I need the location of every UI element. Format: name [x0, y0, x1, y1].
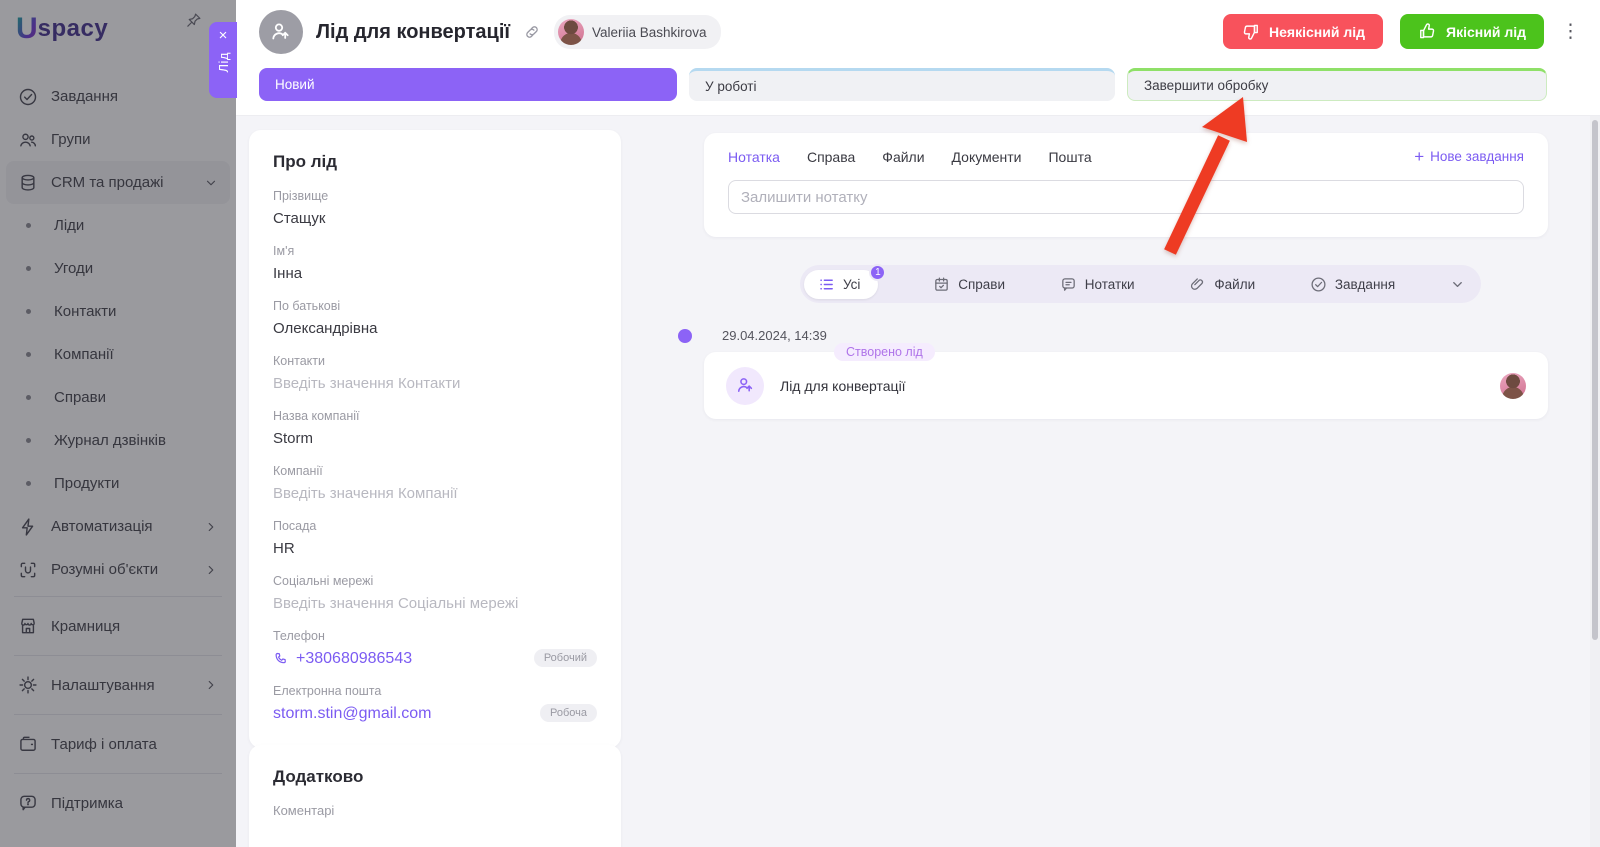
tab-documents[interactable]: Документи — [952, 149, 1022, 165]
filter-label: Файли — [1214, 276, 1256, 292]
check-icon — [1310, 276, 1327, 293]
approve-lead-button[interactable]: Якісний лід — [1400, 14, 1544, 49]
plus-icon: + — [1414, 146, 1425, 166]
about-lead-card: Про лід Прізвище Стащук Ім'я Інна По бат… — [249, 130, 621, 748]
field-middle-name[interactable]: По батькові Олександрівна — [273, 298, 597, 339]
approve-lead-label: Якісний лід — [1446, 23, 1526, 40]
phone-value[interactable]: +380680986543 — [296, 648, 412, 669]
chevron-down-icon[interactable] — [1450, 277, 1465, 292]
timeline-date: 29.04.2024, 14:39 — [722, 328, 827, 343]
stage-in-progress[interactable]: У роботі — [689, 68, 1115, 101]
phone-type-badge: Робочий — [533, 649, 597, 667]
filter-label: Справи — [958, 276, 1005, 292]
phone-icon — [273, 651, 289, 667]
field-position[interactable]: Посада HR — [273, 518, 597, 559]
filter-files[interactable]: Файли — [1189, 276, 1255, 293]
event-type-badge: Створено лід — [834, 343, 935, 361]
filter-label: Завдання — [1334, 276, 1396, 292]
owner-chip[interactable]: Valeriia Bashkirova — [554, 15, 721, 49]
paperclip-icon — [1189, 276, 1206, 293]
field-companies[interactable]: Компанії Введіть значення Компанії — [273, 463, 597, 504]
filter-label: Усі — [843, 276, 861, 292]
copy-link-icon[interactable] — [523, 23, 541, 41]
filter-label: Нотатки — [1084, 276, 1135, 292]
timeline-event-card[interactable]: Створено лід Лід для конвертації — [704, 343, 1548, 419]
additional-card: Додатково Коментарі — [249, 745, 621, 847]
composer-card: Нотатка Справа Файли Документи Пошта + Н… — [704, 133, 1548, 237]
stage-label: У роботі — [705, 78, 757, 94]
event-title: Лід для конвертації — [780, 377, 906, 394]
reject-lead-button[interactable]: Неякісний лід — [1223, 14, 1384, 49]
tab-note[interactable]: Нотатка — [728, 149, 780, 165]
modal-overlay[interactable] — [0, 0, 236, 847]
field-email[interactable]: Електронна пошта storm.stin@gmail.com Ро… — [273, 683, 597, 724]
timeline-filterbar: Усі 1 Справи Нотатки Файли Завдання — [800, 263, 1481, 303]
lead-tab-label: Лід — [215, 52, 231, 73]
new-task-label: Нове завдання — [1430, 149, 1524, 164]
email-type-badge: Робоча — [540, 704, 597, 722]
field-first-name[interactable]: Ім'я Інна — [273, 243, 597, 284]
lead-panel-tab[interactable]: × Лід — [209, 22, 237, 98]
stage-finish[interactable]: Завершити обробку — [1127, 68, 1547, 101]
composer-tabs: Нотатка Справа Файли Документи Пошта — [728, 149, 1524, 165]
page-title: Лід для конвертації — [316, 20, 511, 43]
close-icon[interactable]: × — [219, 28, 228, 44]
note-icon — [1060, 276, 1077, 293]
card-title: Додатково — [273, 767, 364, 786]
stage-label: Завершити обробку — [1144, 78, 1269, 93]
new-task-button[interactable]: + Нове завдання — [1414, 146, 1524, 166]
filter-tasks[interactable]: Завдання — [1310, 276, 1395, 293]
tab-files[interactable]: Файли — [882, 149, 924, 165]
field-last-name[interactable]: Прізвище Стащук — [273, 188, 597, 229]
tab-mail[interactable]: Пошта — [1048, 149, 1091, 165]
list-icon — [818, 276, 835, 293]
field-company-name[interactable]: Назва компанії Storm — [273, 408, 597, 449]
owner-name: Valeriia Bashkirova — [592, 24, 707, 40]
lead-header: Лід для конвертації Valeriia Bashkirova … — [236, 0, 1600, 116]
more-actions-icon[interactable]: ⋮ — [1561, 18, 1580, 44]
avatar — [1500, 372, 1526, 399]
filter-all[interactable]: Усі 1 — [804, 263, 887, 299]
filter-activities[interactable]: Справи — [933, 276, 1005, 293]
stage-new[interactable]: Новий — [259, 68, 677, 101]
calendar-icon — [933, 276, 950, 293]
lead-created-icon — [726, 366, 764, 405]
filter-notes[interactable]: Нотатки — [1060, 276, 1135, 293]
tab-activity[interactable]: Справа — [807, 149, 855, 165]
field-social[interactable]: Соціальні мережі Введіть значення Соціал… — [273, 573, 597, 614]
comments-label: Коментарі — [273, 803, 335, 818]
scrollbar-thumb[interactable] — [1592, 120, 1598, 640]
filter-count-badge: 1 — [869, 263, 887, 281]
reject-lead-label: Неякісний лід — [1269, 23, 1366, 40]
note-input[interactable] — [728, 180, 1524, 214]
stage-label: Новий — [275, 77, 315, 92]
field-phone[interactable]: Телефон +380680986543 Робочий — [273, 628, 597, 669]
lead-type-icon — [259, 10, 303, 54]
timeline-dot — [678, 329, 692, 343]
page: Uspacy Завдання Групи CRM та продажі Лід… — [0, 0, 1600, 847]
lead-panel: Лід для конвертації Valeriia Bashkirova … — [236, 0, 1600, 847]
avatar — [558, 19, 585, 45]
email-value[interactable]: storm.stin@gmail.com — [273, 703, 432, 724]
card-title: Про лід — [273, 152, 338, 171]
field-contacts[interactable]: Контакти Введіть значення Контакти — [273, 353, 597, 394]
